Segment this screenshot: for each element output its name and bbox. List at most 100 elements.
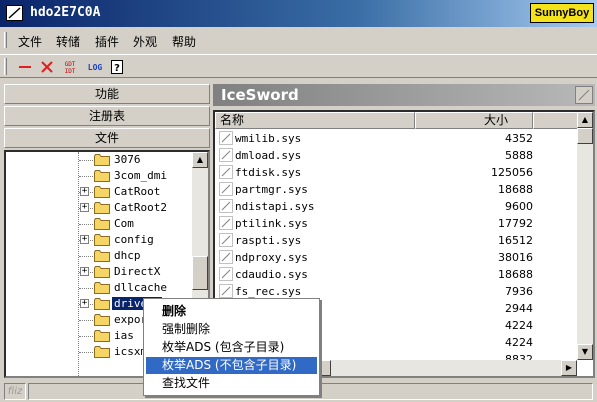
tree-node[interactable]: dhcp: [6, 248, 196, 264]
help-button[interactable]: ?: [108, 58, 126, 76]
gdt-idt-button[interactable]: GDT IDT: [61, 58, 79, 76]
list-scroll-right-button[interactable]: ▶: [561, 360, 577, 376]
file-name: ndproxy.sys: [235, 251, 308, 264]
tree-node[interactable]: + DirectX: [6, 264, 196, 280]
tree-branch-line: [79, 224, 93, 225]
tree-scroll-thumb[interactable]: [192, 256, 208, 290]
tree-node[interactable]: + config: [6, 232, 196, 248]
folder-icon: [94, 298, 110, 310]
tree-node[interactable]: Com: [6, 216, 196, 232]
status-cell-left: fiiz: [4, 383, 26, 400]
context-menu-item[interactable]: 强制删除: [146, 321, 317, 338]
tree-node[interactable]: + CatRoot: [6, 184, 196, 200]
tree-node-label: CatRoot: [114, 185, 161, 198]
file-row[interactable]: raspti.sys 16512: [215, 232, 533, 249]
folder-icon: [94, 202, 110, 214]
file-row[interactable]: ndistapi.sys 9600: [215, 198, 533, 215]
menu-plugins[interactable]: 插件: [95, 33, 119, 50]
context-menu-item[interactable]: 查找文件: [146, 375, 317, 392]
tree-node-label: CatRoot2: [114, 201, 167, 214]
tree-node[interactable]: + CatRoot2: [6, 200, 196, 216]
tree-node-label: ias: [114, 329, 134, 342]
expand-icon[interactable]: +: [80, 267, 89, 276]
resize-corner-icon[interactable]: [575, 86, 593, 104]
tree-branch-line: [79, 176, 93, 177]
file-row[interactable]: wmilib.sys 4352: [215, 130, 533, 147]
tree-branch-line: [79, 160, 93, 161]
file-name: ndistapi.sys: [235, 200, 315, 213]
tab-functions[interactable]: 功能: [4, 84, 210, 104]
gdt-idt-icon: GDT IDT: [65, 61, 76, 75]
panel-header: IceSword: [213, 84, 595, 106]
file-icon: [219, 233, 233, 247]
close-button[interactable]: [38, 58, 56, 76]
file-name: dmload.sys: [235, 149, 302, 162]
file-row[interactable]: ftdisk.sys 125056: [215, 164, 533, 181]
file-icon: [219, 131, 233, 145]
tree-node-label: DirectX: [114, 265, 161, 278]
log-button[interactable]: LOG: [84, 58, 106, 76]
file-name: wmilib.sys: [235, 132, 302, 145]
file-size: 18688: [498, 268, 533, 281]
folder-icon: [94, 234, 110, 246]
file-row[interactable]: cdaudio.sys 18688: [215, 266, 533, 283]
tree-branch-line: [79, 256, 93, 257]
menu-help[interactable]: 帮助: [172, 33, 196, 50]
folder-icon: [94, 346, 110, 358]
minus-button[interactable]: [16, 58, 34, 76]
list-scroll-up-button[interactable]: ▲: [577, 112, 593, 128]
list-vertical-scrollbar[interactable]: ▲ ▼: [577, 112, 593, 360]
file-icon: [219, 216, 233, 230]
tree-node[interactable]: dllcache: [6, 280, 196, 296]
column-header-size[interactable]: 大小: [415, 112, 533, 129]
tab-registry[interactable]: 注册表: [4, 106, 210, 126]
file-name: ftdisk.sys: [235, 166, 302, 179]
tree-node[interactable]: 3com_dmi: [6, 168, 196, 184]
column-header-name[interactable]: 名称: [215, 112, 415, 129]
tree-scroll-up-button[interactable]: ▲: [192, 152, 208, 168]
file-size: 4224: [505, 336, 533, 349]
file-size: 18688: [498, 183, 533, 196]
file-row[interactable]: ptilink.sys 17792: [215, 215, 533, 232]
file-size: 2944: [505, 302, 533, 315]
file-icon: [219, 165, 233, 179]
tree-branch-line: [79, 320, 93, 321]
menu-appearance[interactable]: 外观: [133, 33, 157, 50]
help-icon: ?: [111, 60, 123, 74]
menu-file[interactable]: 文件: [18, 33, 42, 50]
toolbar-grip: [4, 58, 7, 75]
folder-icon: [94, 330, 110, 342]
tree-node[interactable]: 3076: [6, 152, 196, 168]
app-icon: [6, 5, 23, 21]
svg-text:?: ?: [114, 63, 120, 74]
tree-branch-line: [79, 352, 93, 353]
file-name: ptilink.sys: [235, 217, 308, 230]
folder-icon: [94, 186, 110, 198]
file-name: raspti.sys: [235, 234, 302, 247]
tree-node-label: dhcp: [114, 249, 141, 262]
file-size: 16512: [498, 234, 533, 247]
file-row[interactable]: dmload.sys 5888: [215, 147, 533, 164]
tab-files[interactable]: 文件: [4, 128, 210, 148]
context-menu-item[interactable]: 枚举ADS (包含子目录): [146, 339, 317, 356]
file-name: cdaudio.sys: [235, 268, 308, 281]
close-icon: [41, 61, 53, 73]
file-size: 5888: [505, 149, 533, 162]
context-menu-item[interactable]: 枚举ADS (不包含子目录): [146, 357, 317, 374]
expand-icon[interactable]: +: [80, 187, 89, 196]
tree-node-label: dllcache: [114, 281, 167, 294]
file-row[interactable]: partmgr.sys 18688: [215, 181, 533, 198]
folder-icon: [94, 266, 110, 278]
expand-icon[interactable]: +: [80, 299, 89, 308]
tree-node-label: 3076: [114, 153, 141, 166]
tree-node-label: config: [114, 233, 154, 246]
list-scroll-down-button[interactable]: ▼: [577, 344, 593, 360]
expand-icon[interactable]: +: [80, 235, 89, 244]
tree-branch-line: [79, 288, 93, 289]
menu-dump[interactable]: 转储: [56, 33, 80, 50]
expand-icon[interactable]: +: [80, 203, 89, 212]
file-row[interactable]: ndproxy.sys 38016: [215, 249, 533, 266]
context-menu-item[interactable]: 删除: [146, 303, 317, 320]
folder-icon: [94, 314, 110, 326]
list-scroll-thumb[interactable]: [577, 128, 593, 144]
